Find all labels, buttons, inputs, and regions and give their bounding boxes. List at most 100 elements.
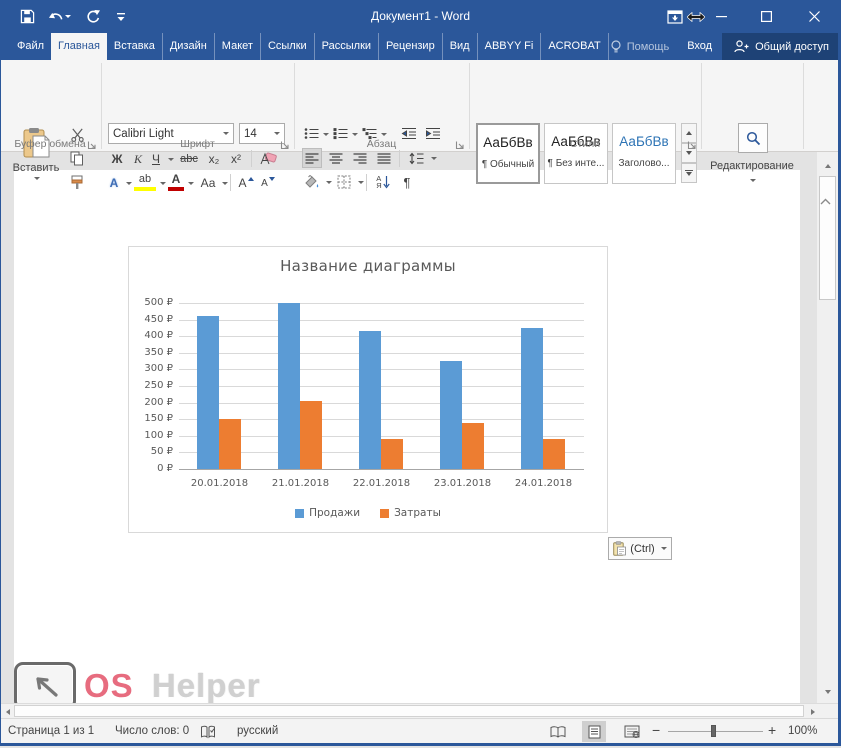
zoom-level[interactable]: 100% — [788, 719, 817, 743]
chart-bar-Затраты[interactable] — [543, 439, 565, 469]
chart-bar-Затраты[interactable] — [300, 401, 322, 469]
paragraph-dialog-launcher-icon[interactable] — [455, 137, 466, 148]
chart-bar-Продажи[interactable] — [440, 361, 462, 469]
tab-layout[interactable]: Макет — [214, 33, 260, 60]
tab-mailings[interactable]: Рассылки — [314, 33, 378, 60]
shading-icon[interactable] — [302, 172, 322, 192]
customize-qat-icon[interactable] — [110, 6, 132, 27]
chart-bar-Продажи[interactable] — [521, 328, 543, 469]
tell-me-button[interactable]: Помощь — [602, 33, 678, 60]
change-case-caret[interactable] — [222, 182, 228, 185]
font-color-caret[interactable] — [188, 182, 194, 185]
text-effects-button[interactable]: А — [106, 173, 122, 193]
clipboard-dialog-launcher-icon[interactable] — [87, 137, 98, 148]
style-no-spacing[interactable]: АаБбВв ¶ Без инте... — [544, 123, 608, 184]
styles-dialog-launcher-icon[interactable] — [687, 137, 698, 148]
underline-button[interactable]: Ч — [148, 149, 164, 169]
multilevel-list-caret[interactable] — [381, 133, 387, 136]
tab-references[interactable]: Ссылки — [260, 33, 314, 60]
show-formatting-marks-button[interactable]: ¶ — [398, 172, 416, 192]
editing-group-button[interactable]: Редактирование — [701, 160, 803, 172]
styles-gallery-more-icon[interactable] — [681, 163, 697, 183]
chart[interactable]: Название диаграммы ПродажиЗатраты 0 ₽50 … — [128, 246, 608, 533]
save-icon[interactable] — [16, 6, 38, 27]
shading-caret[interactable] — [326, 181, 332, 184]
vertical-scrollbar[interactable] — [816, 152, 838, 703]
zoom-slider-thumb[interactable] — [711, 725, 716, 737]
style-normal[interactable]: АаБбВв ¶ Обычный — [476, 123, 540, 184]
tab-insert[interactable]: Вставка — [107, 33, 162, 60]
borders-caret[interactable] — [358, 181, 364, 184]
chart-bar-Продажи[interactable] — [359, 331, 381, 469]
text-effects-caret[interactable] — [126, 182, 132, 185]
web-layout-icon[interactable] — [620, 721, 644, 742]
shrink-font-button[interactable]: А — [258, 173, 278, 193]
italic-button[interactable]: К — [130, 149, 146, 169]
scroll-up-icon[interactable] — [820, 158, 835, 173]
underline-dropdown-caret[interactable] — [168, 158, 174, 161]
numbered-list-caret[interactable] — [352, 133, 358, 136]
font-color-button[interactable]: А — [168, 171, 184, 191]
horizontal-scrollbar[interactable] — [0, 703, 841, 718]
bold-button[interactable]: Ж — [108, 149, 126, 169]
read-mode-icon[interactable] — [546, 721, 570, 742]
editing-caret[interactable] — [750, 179, 756, 182]
format-painter-icon[interactable] — [66, 172, 88, 192]
tab-home[interactable]: Главная — [51, 33, 107, 60]
change-case-button[interactable]: Аа — [196, 173, 220, 193]
line-spacing-icon[interactable] — [405, 148, 427, 168]
scroll-right-icon[interactable] — [806, 705, 819, 718]
close-button[interactable] — [794, 0, 834, 33]
word-count[interactable]: Число слов: 0 — [115, 719, 189, 743]
zoom-out-button[interactable]: − — [652, 718, 660, 742]
grow-font-button[interactable]: А — [236, 173, 256, 193]
subscript-button[interactable]: x₂ — [204, 149, 224, 169]
paste-options-button[interactable]: (Ctrl) — [608, 537, 672, 560]
sign-in-button[interactable]: Вход — [677, 33, 722, 60]
paste-button[interactable]: Вставить — [8, 123, 64, 183]
align-center-button[interactable] — [326, 148, 346, 168]
tab-abbyy[interactable]: ABBYY Fi — [477, 33, 541, 60]
minimize-button[interactable] — [704, 0, 738, 33]
borders-icon[interactable] — [334, 172, 354, 192]
superscript-button[interactable]: x² — [226, 149, 246, 169]
find-button[interactable] — [738, 123, 768, 153]
paste-dropdown-caret[interactable] — [34, 177, 40, 180]
justify-button[interactable] — [374, 148, 394, 168]
horizontal-scrollbar-thumb[interactable] — [14, 705, 804, 717]
page-count[interactable]: Страница 1 из 1 — [8, 719, 94, 743]
tab-file[interactable]: Файл — [10, 33, 51, 60]
undo-button[interactable] — [44, 6, 74, 27]
print-layout-icon[interactable] — [582, 721, 606, 742]
zoom-in-button[interactable]: + — [768, 718, 776, 742]
strikethrough-button[interactable]: abc — [176, 149, 202, 169]
tab-review[interactable]: Рецензир — [378, 33, 442, 60]
collapse-ribbon-icon[interactable] — [816, 194, 834, 208]
bullet-list-caret[interactable] — [323, 133, 329, 136]
scroll-down-icon[interactable] — [820, 684, 835, 699]
tab-view[interactable]: Вид — [442, 33, 477, 60]
sort-icon[interactable]: А Я — [372, 172, 394, 192]
chart-bar-Затраты[interactable] — [462, 423, 484, 469]
align-left-button[interactable] — [302, 148, 322, 168]
line-spacing-caret[interactable] — [431, 157, 437, 160]
undo-dropdown-caret[interactable] — [65, 15, 71, 18]
align-right-button[interactable] — [350, 148, 370, 168]
chart-bar-Затраты[interactable] — [219, 419, 241, 469]
maximize-button[interactable] — [749, 0, 783, 33]
share-button[interactable]: Общий доступ — [722, 33, 841, 60]
font-dialog-launcher-icon[interactable] — [280, 137, 291, 148]
highlight-caret[interactable] — [160, 182, 166, 185]
chart-bar-Продажи[interactable] — [278, 303, 300, 469]
chart-bar-Продажи[interactable] — [197, 316, 219, 469]
redo-icon[interactable] — [82, 6, 104, 27]
highlight-color-button[interactable]: ab — [134, 171, 156, 191]
scroll-left-icon[interactable] — [1, 705, 14, 718]
tab-acrobat[interactable]: ACROBAT — [540, 33, 608, 60]
chart-bar-Затраты[interactable] — [381, 439, 403, 469]
style-heading1[interactable]: АаБбВв Заголово... — [612, 123, 676, 184]
language-status[interactable]: русский — [237, 719, 278, 743]
clear-formatting-icon[interactable] — [256, 149, 280, 169]
tab-design[interactable]: Дизайн — [162, 33, 214, 60]
copy-icon[interactable] — [66, 148, 88, 168]
